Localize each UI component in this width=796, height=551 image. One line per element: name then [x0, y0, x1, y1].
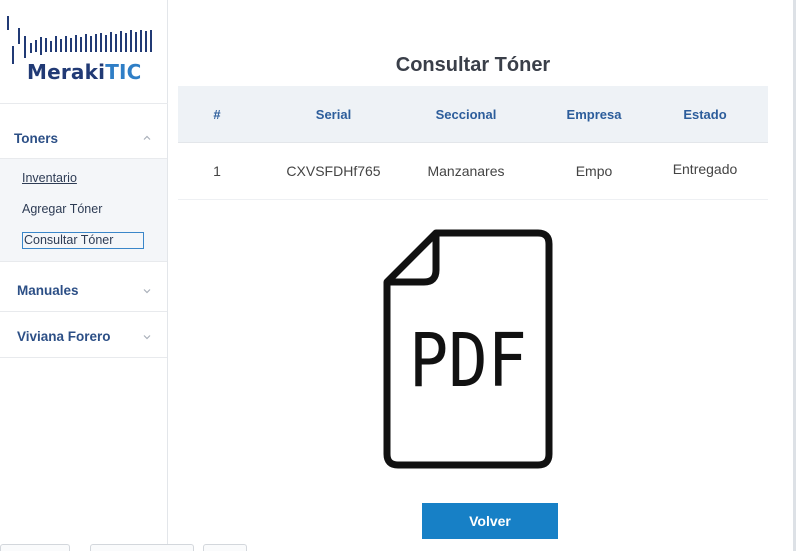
chevron-down-icon [141, 331, 153, 343]
sub-item-consultar-toner[interactable]: Consultar Tóner [22, 232, 144, 249]
sub-item-inventario[interactable]: Inventario [22, 167, 167, 198]
nav-toggle-manuales[interactable]: Manuales [0, 270, 167, 311]
cell-serial: CXVSFDHf765 [286, 163, 381, 179]
column-header-serial: Serial [315, 106, 352, 122]
nav-section-toners: Toners Inventario Agregar Tóner Consulta… [0, 118, 167, 262]
column-header-estado: Estado [683, 106, 727, 122]
bottom-tab[interactable] [203, 544, 247, 551]
sub-item-agregar-toner[interactable]: Agregar Tóner [22, 198, 167, 229]
bottom-tab[interactable] [90, 544, 194, 551]
table-row: 1 CXVSFDHf765 Manzanares Empo Entregado [178, 142, 768, 200]
cell-empresa: Empo [575, 163, 613, 179]
nav-label-toners: Toners [14, 130, 59, 146]
nav-label-user: Viviana Forero [17, 329, 111, 344]
table-header: # Serial Seccional Empresa Estado [178, 86, 768, 142]
cell-seccional: Manzanares [427, 163, 505, 179]
logo-barcode-icon [7, 16, 152, 64]
sidebar: MerakiTIC Toners Inventario Agregar Tóne… [0, 0, 168, 551]
brand-name-part2: TIC [105, 60, 142, 84]
nav-section-user: Viviana Forero [0, 316, 167, 358]
chevron-down-icon [141, 285, 153, 297]
nav-toggle-toners[interactable]: Toners [0, 118, 167, 158]
back-button[interactable]: Volver [422, 503, 558, 539]
nav-toggle-user[interactable]: Viviana Forero [0, 316, 167, 357]
brand-name-part1: Meraki [27, 60, 106, 84]
brand-logo[interactable]: MerakiTIC [0, 0, 168, 104]
nav-label-manuales: Manuales [17, 283, 79, 298]
bottom-tab[interactable] [0, 544, 70, 551]
brand-wordmark: MerakiTIC [27, 60, 142, 84]
toners-submenu: Inventario Agregar Tóner Consultar Tóner [0, 158, 167, 261]
page-title: Consultar Tóner [395, 54, 551, 76]
pdf-icon-label: PDF [409, 318, 527, 404]
pdf-file-icon[interactable]: PDF [380, 228, 556, 475]
column-header-number: # [213, 106, 221, 122]
column-header-seccional: Seccional [435, 106, 497, 122]
cell-number: 1 [213, 163, 221, 179]
cell-estado: Entregado [672, 161, 738, 177]
toner-table: # Serial Seccional Empresa Estado 1 CXVS… [178, 86, 768, 200]
chevron-up-icon [141, 132, 153, 144]
column-header-empresa: Empresa [566, 106, 622, 122]
nav-section-manuales: Manuales [0, 270, 167, 312]
